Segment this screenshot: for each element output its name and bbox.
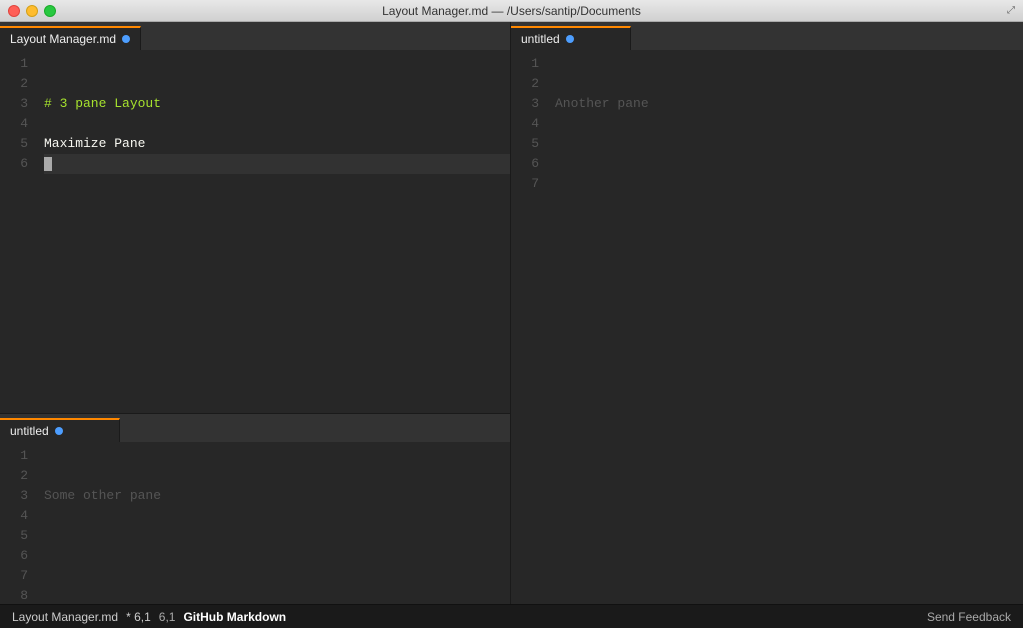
bottom-left-editor[interactable]: 1 2 3 4 5 6 7 8 Some other pane bbox=[0, 442, 510, 604]
line-num: 5 bbox=[0, 134, 28, 154]
window-controls bbox=[8, 5, 56, 17]
line-numbers-bottom-left: 1 2 3 4 5 6 7 8 bbox=[0, 442, 36, 604]
code-line bbox=[44, 466, 510, 486]
code-content-bottom-left[interactable]: Some other pane bbox=[36, 442, 510, 604]
line-num: 2 bbox=[0, 74, 28, 94]
code-line bbox=[44, 54, 510, 74]
line-num: 7 bbox=[511, 174, 539, 194]
close-button[interactable] bbox=[8, 5, 20, 17]
code-line-cursor bbox=[44, 154, 510, 174]
status-bar: Layout Manager.md * 6,1 6,1 GitHub Markd… bbox=[0, 604, 1023, 628]
top-left-editor[interactable]: 1 2 3 4 5 6 # 3 pane Layout Maximize Pan… bbox=[0, 50, 510, 413]
right-tab-bar: untitled bbox=[511, 22, 1023, 50]
cursor bbox=[44, 157, 52, 171]
line-num: 2 bbox=[511, 74, 539, 94]
tab-label: Layout Manager.md bbox=[10, 32, 116, 46]
code-line-placeholder: Another pane bbox=[555, 94, 1023, 114]
minimize-button[interactable] bbox=[26, 5, 38, 17]
panes-container: Layout Manager.md 1 2 3 4 5 6 bbox=[0, 22, 1023, 604]
top-left-tab-bar: Layout Manager.md bbox=[0, 22, 510, 50]
code-line bbox=[555, 134, 1023, 154]
line-num: 2 bbox=[0, 466, 28, 486]
code-content-right[interactable]: Another pane bbox=[547, 50, 1023, 604]
code-line bbox=[555, 54, 1023, 74]
tab-untitled-bottom[interactable]: untitled bbox=[0, 418, 120, 442]
title-bar: Layout Manager.md — /Users/santip/Docume… bbox=[0, 0, 1023, 22]
line-num: 3 bbox=[0, 94, 28, 114]
code-line bbox=[555, 74, 1023, 94]
right-column: untitled 1 2 3 4 5 6 7 Another pane bbox=[511, 22, 1023, 604]
line-num: 3 bbox=[0, 486, 28, 506]
fullscreen-icon[interactable]: ⤢ bbox=[1007, 5, 1015, 17]
send-feedback-button[interactable]: Send Feedback bbox=[927, 610, 1011, 624]
line-num: 6 bbox=[0, 546, 28, 566]
line-num: 1 bbox=[511, 54, 539, 74]
code-line-placeholder: Some other pane bbox=[44, 486, 510, 506]
bottom-left-pane: untitled 1 2 3 4 5 6 7 8 bbox=[0, 414, 510, 604]
code-line bbox=[44, 546, 510, 566]
line-num: 4 bbox=[0, 506, 28, 526]
bottom-left-tab-bar: untitled bbox=[0, 414, 510, 442]
left-column: Layout Manager.md 1 2 3 4 5 6 bbox=[0, 22, 511, 604]
code-line bbox=[44, 586, 510, 604]
line-num: 5 bbox=[0, 526, 28, 546]
tab-untitled-right[interactable]: untitled bbox=[511, 26, 631, 50]
status-position: 6,1 bbox=[159, 610, 176, 624]
tab-label: untitled bbox=[10, 424, 49, 438]
line-num: 8 bbox=[0, 586, 28, 604]
code-line bbox=[44, 446, 510, 466]
right-editor[interactable]: 1 2 3 4 5 6 7 Another pane bbox=[511, 50, 1023, 604]
line-numbers-top-left: 1 2 3 4 5 6 bbox=[0, 50, 36, 413]
tab-modified-dot bbox=[55, 427, 63, 435]
line-num: 6 bbox=[511, 154, 539, 174]
code-line bbox=[44, 566, 510, 586]
status-grammar: GitHub Markdown bbox=[183, 610, 286, 624]
code-line bbox=[555, 114, 1023, 134]
status-left: Layout Manager.md * 6,1 6,1 GitHub Markd… bbox=[12, 610, 286, 624]
tab-modified-dot bbox=[122, 35, 130, 43]
top-left-pane: Layout Manager.md 1 2 3 4 5 6 bbox=[0, 22, 510, 413]
line-num: 1 bbox=[0, 446, 28, 466]
window-title: Layout Manager.md — /Users/santip/Docume… bbox=[382, 4, 641, 18]
line-num: 6 bbox=[0, 154, 28, 174]
code-line-text: Maximize Pane bbox=[44, 134, 510, 154]
tab-layout-manager[interactable]: Layout Manager.md bbox=[0, 26, 141, 50]
line-num: 5 bbox=[511, 134, 539, 154]
code-line bbox=[44, 74, 510, 94]
line-num: 1 bbox=[0, 54, 28, 74]
code-line bbox=[555, 154, 1023, 174]
editor-area: Layout Manager.md 1 2 3 4 5 6 bbox=[0, 22, 1023, 604]
line-num: 3 bbox=[511, 94, 539, 114]
tab-modified-dot bbox=[566, 35, 574, 43]
code-line bbox=[44, 114, 510, 134]
tab-label: untitled bbox=[521, 32, 560, 46]
code-line bbox=[44, 506, 510, 526]
code-line-heading: # 3 pane Layout bbox=[44, 94, 510, 114]
line-numbers-right: 1 2 3 4 5 6 7 bbox=[511, 50, 547, 604]
line-num: 4 bbox=[511, 114, 539, 134]
status-modified: * 6,1 bbox=[126, 610, 151, 624]
code-line bbox=[555, 174, 1023, 194]
code-line bbox=[44, 526, 510, 546]
line-num: 4 bbox=[0, 114, 28, 134]
status-filename: Layout Manager.md bbox=[12, 610, 118, 624]
line-num: 7 bbox=[0, 566, 28, 586]
code-content-top-left[interactable]: # 3 pane Layout Maximize Pane bbox=[36, 50, 510, 413]
maximize-button[interactable] bbox=[44, 5, 56, 17]
